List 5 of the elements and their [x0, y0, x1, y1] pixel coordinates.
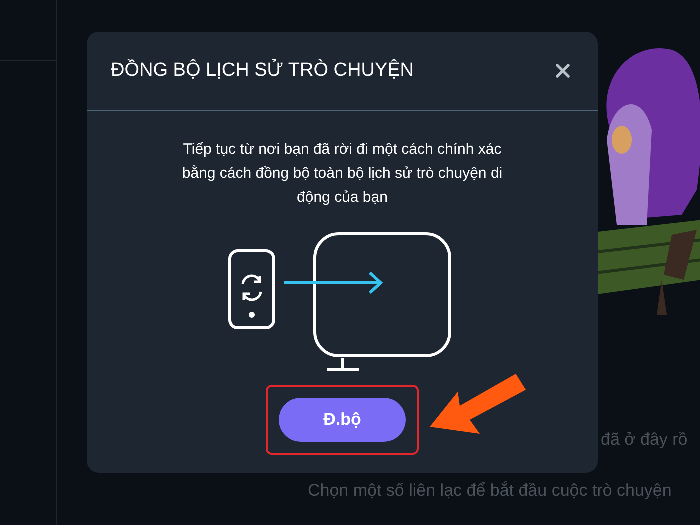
sync-button[interactable]: Đ.bộ [279, 398, 406, 442]
dialog-description: Tiếp tục từ nơi bạn đã rời đi một cách chính xác bằng cách đồng bộ toàn bộ lịch sử trò chuyện di động của bạn [181, 140, 504, 208]
hint-text: Chọn một số liên lạc để bắt đầu cuộc trò chuyện [308, 480, 672, 502]
greeting-text: đã ở đây rồ [601, 429, 688, 451]
dialog-title: ĐỒNG BỘ LỊCH SỬ TRÒ CHUYỆN [111, 58, 414, 83]
